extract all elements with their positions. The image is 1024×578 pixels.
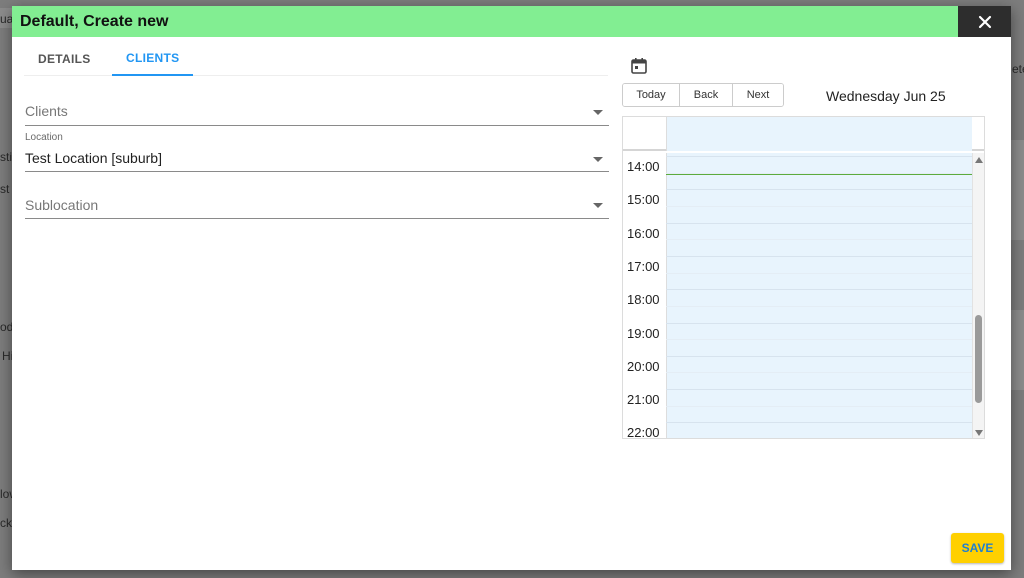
hour-line — [666, 422, 972, 424]
hour-line — [666, 156, 972, 157]
back-button[interactable]: Back — [680, 84, 733, 106]
hour-line — [666, 355, 972, 357]
time-slot-label: 19:00 — [627, 325, 660, 341]
location-select[interactable]: Location Test Location [suburb] — [25, 128, 609, 172]
time-slot-label: 21:00 — [627, 392, 660, 408]
calendar-date-label: Wednesday Jun 25 — [826, 88, 946, 104]
half-hour-line — [666, 339, 972, 341]
half-hour-line — [666, 372, 972, 374]
bg-fragment: sti — [0, 150, 12, 164]
time-slot-label: 15:00 — [627, 192, 660, 208]
hour-line — [666, 322, 972, 324]
time-slot-label: 14:00 — [627, 159, 660, 174]
close-icon — [978, 15, 991, 28]
next-button[interactable]: Next — [733, 84, 783, 106]
tab-details[interactable]: DETAILS — [24, 42, 105, 76]
tab-bar: DETAILS CLIENTS — [24, 42, 608, 76]
all-day-cell[interactable] — [666, 117, 972, 151]
scroll-up-icon[interactable] — [975, 157, 983, 163]
calendar-icon[interactable] — [630, 57, 648, 75]
bg-strip — [1011, 140, 1024, 240]
location-value: Test Location [suburb] — [25, 150, 162, 166]
time-slot-label: 16:00 — [627, 225, 660, 241]
bg-fragment: st — [0, 182, 10, 196]
location-label: Location — [25, 132, 63, 143]
clients-select[interactable]: Clients — [25, 82, 609, 126]
calendar-scrollbar[interactable] — [972, 153, 984, 438]
bg-fragment: ck — [0, 516, 12, 530]
hour-line — [666, 222, 972, 224]
calendar-day-view: 14:00 15:00 16:00 17:00 18:00 19:00 20:00 21:00… — [622, 116, 985, 439]
bg-strip — [1011, 310, 1024, 390]
today-button[interactable]: Today — [623, 84, 680, 106]
chevron-down-icon — [593, 157, 603, 162]
time-slot-label: 17:00 — [627, 258, 660, 274]
dialog-titlebar: Default, Create new — [12, 6, 958, 37]
all-day-row — [623, 117, 984, 151]
half-hour-line — [666, 239, 972, 241]
hour-line — [666, 289, 972, 291]
time-slot-label: 18:00 — [627, 292, 660, 308]
chevron-down-icon — [593, 203, 603, 208]
sublocation-select[interactable]: Sublocation — [25, 175, 609, 219]
save-button[interactable]: SAVE — [951, 533, 1004, 563]
scroll-thumb[interactable] — [975, 315, 982, 403]
calendar-nav: Today Back Next — [622, 83, 784, 107]
time-slot-label: 20:00 — [627, 358, 660, 374]
tab-clients[interactable]: CLIENTS — [112, 42, 194, 76]
half-hour-line — [666, 205, 972, 207]
current-time-indicator — [666, 173, 972, 175]
dialog-title: Default, Create new — [20, 13, 169, 30]
half-hour-line — [666, 172, 972, 174]
create-dialog: Default, Create new DETAILS CLIENTS Clie… — [12, 6, 1011, 570]
chevron-down-icon — [593, 110, 603, 115]
hour-line — [666, 389, 972, 391]
half-hour-line — [666, 272, 972, 274]
bg-fragment: ete — [1012, 62, 1024, 76]
hour-line — [666, 255, 972, 257]
half-hour-line — [666, 305, 972, 307]
day-column[interactable] — [666, 153, 972, 438]
time-grid[interactable]: 14:00 15:00 16:00 17:00 18:00 19:00 20:00 21:00… — [623, 153, 984, 439]
sublocation-placeholder: Sublocation — [25, 197, 99, 213]
scroll-down-icon[interactable] — [975, 430, 983, 436]
time-slot-label: 22:00 — [627, 425, 660, 439]
clients-placeholder: Clients — [25, 103, 68, 119]
hour-line — [666, 189, 972, 191]
half-hour-line — [666, 405, 972, 407]
close-button[interactable] — [958, 6, 1011, 37]
